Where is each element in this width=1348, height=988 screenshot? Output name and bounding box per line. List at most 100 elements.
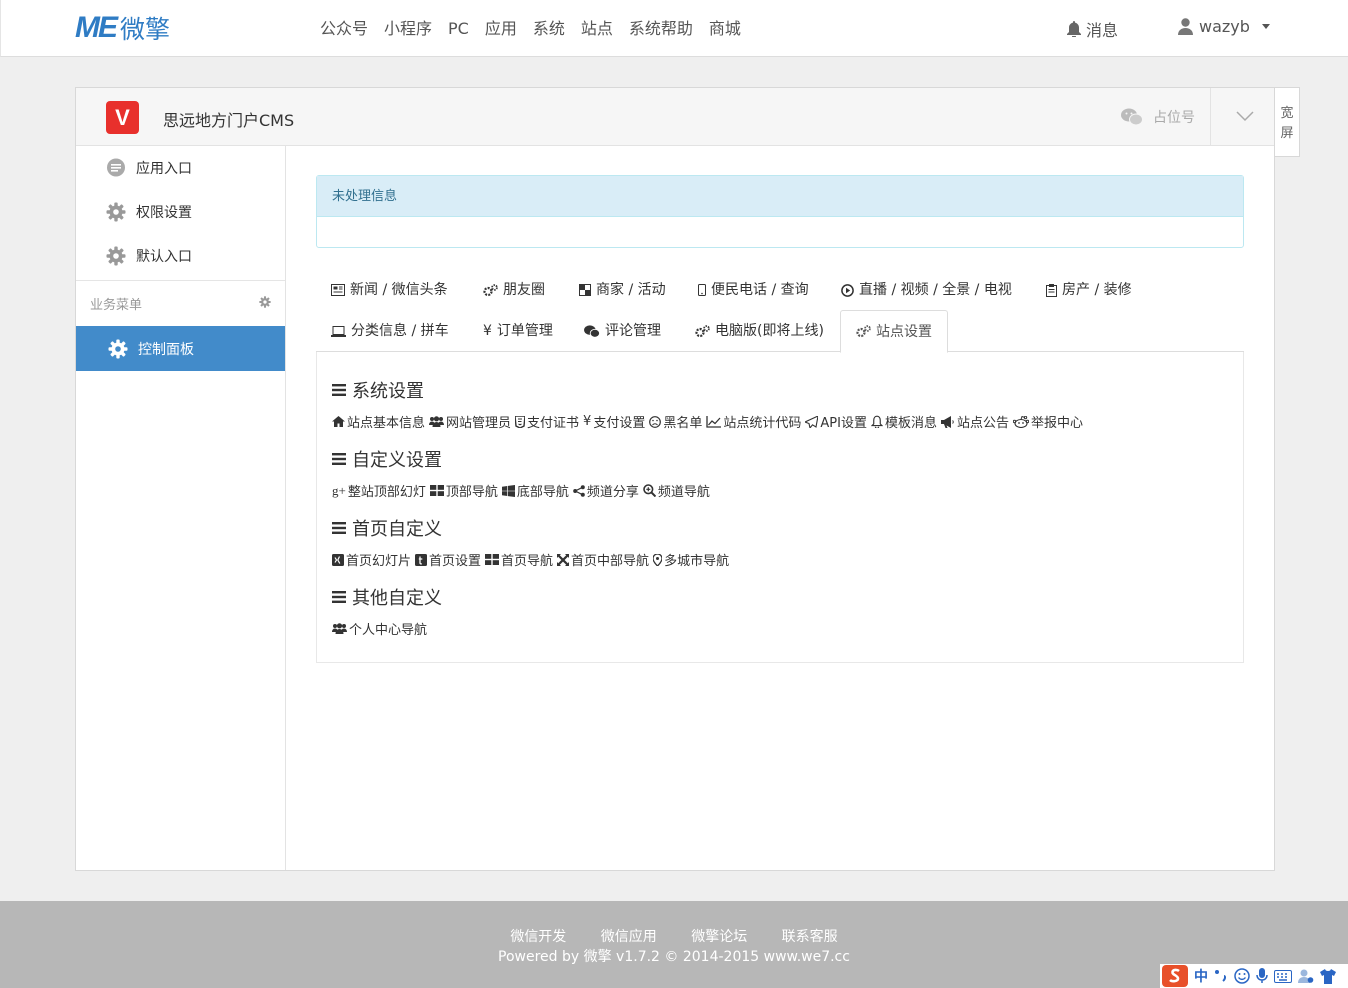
- link-site-basic-info[interactable]: 站点基本信息: [332, 412, 425, 431]
- sidebar-item-permissions[interactable]: 权限设置: [76, 190, 285, 234]
- link-site-admins[interactable]: 网站管理员: [429, 412, 511, 431]
- link-label: 首页设置: [429, 554, 482, 569]
- punctuation-icon: [1215, 970, 1227, 982]
- tab-moments[interactable]: 朋友圈: [468, 269, 560, 311]
- link-user-center-nav[interactable]: 个人中心导航: [332, 619, 427, 638]
- link-home-slider[interactable]: 首页幻灯片: [332, 550, 411, 569]
- link-top-nav[interactable]: 顶部导航: [429, 481, 498, 500]
- link-template-messages[interactable]: 模板消息: [870, 412, 937, 431]
- nav-item-system[interactable]: 系统: [533, 18, 565, 40]
- cogs-icon: [856, 325, 871, 338]
- link-site-announcement[interactable]: 站点公告: [940, 412, 1009, 431]
- tab-classifieds[interactable]: 分类信息 / 拼车: [316, 310, 464, 352]
- gear-icon[interactable]: [259, 296, 271, 308]
- tab-label: 评论管理: [605, 323, 661, 339]
- link-report-center[interactable]: 举报中心: [1012, 412, 1083, 431]
- main-nav: 公众号 小程序 PC 应用 系统 站点 系统帮助 商城: [312, 18, 749, 40]
- link-label: 举报中心: [1030, 416, 1083, 431]
- checker-icon: [579, 284, 591, 296]
- clipboard-icon: [1046, 283, 1057, 297]
- nav-item-store[interactable]: 商城: [709, 18, 741, 40]
- tab-orders[interactable]: ¥ 订单管理: [468, 310, 568, 352]
- cogs-icon: [695, 324, 710, 338]
- link-bottom-nav[interactable]: 底部导航: [501, 481, 569, 500]
- link-label: 首页中部导航: [571, 554, 650, 569]
- tumblr-icon: [415, 553, 428, 566]
- tab-real-estate[interactable]: 房产 / 装修: [1031, 269, 1147, 311]
- sidebar-item-app-entry[interactable]: 应用入口: [76, 146, 285, 190]
- link-top-slider[interactable]: g+ 整站顶部幻灯: [332, 481, 426, 501]
- link-home-settings[interactable]: 首页设置: [415, 550, 481, 569]
- tab-pc-version[interactable]: 电脑版(即将上线): [680, 310, 839, 352]
- ime-toolbar[interactable]: 中: [1160, 964, 1348, 988]
- sidebar-item-label: 应用入口: [136, 161, 192, 177]
- user-menu[interactable]: wazyb: [1178, 17, 1270, 36]
- account-placeholder[interactable]: 占位号: [1121, 107, 1195, 127]
- paper-plane-icon: [805, 415, 819, 428]
- footer-link-forum[interactable]: 微擎论坛: [691, 929, 747, 945]
- nav-item-site[interactable]: 站点: [581, 18, 613, 40]
- tab-merchants[interactable]: 商家 / 活动: [564, 269, 681, 311]
- wide-screen-toggle[interactable]: 宽屏: [1275, 87, 1300, 157]
- tab-comments[interactable]: 评论管理: [569, 310, 676, 352]
- users-icon: [332, 623, 347, 634]
- logo-mark: ME: [75, 11, 118, 44]
- tab-live[interactable]: 直播 / 视频 / 全景 / 电视: [826, 269, 1027, 311]
- link-label: 个人中心导航: [349, 623, 428, 638]
- pending-info-panel: 未处理信息: [316, 175, 1244, 248]
- section-title-other: 其他自定义: [332, 584, 442, 610]
- section-links-system: 站点基本信息 网站管理员 支付证书 ¥ 支付设置 黑名单 站点统计代码 API设置…: [332, 412, 1087, 431]
- messages-link[interactable]: 消息: [1067, 17, 1118, 41]
- footer-copyright: Powered by 微擎 v1.7.2 © 2014-2015 www.we7…: [498, 949, 850, 965]
- skin-icon: [1320, 968, 1336, 984]
- link-channel-nav[interactable]: 频道导航: [643, 481, 710, 500]
- sidebar-group-business-menu: 业务菜单: [76, 281, 285, 326]
- home-icon: [332, 416, 345, 427]
- tab-label: 站点设置: [876, 323, 932, 340]
- tab-news[interactable]: 新闻 / 微信头条: [316, 269, 463, 311]
- link-home-nav[interactable]: 首页导航: [485, 550, 553, 569]
- footer-link-support[interactable]: 联系客服: [782, 929, 838, 945]
- app-icon: V: [106, 101, 139, 134]
- link-payment-settings[interactable]: ¥ 支付设置: [583, 412, 645, 431]
- sidebar: 应用入口 权限设置 默认入口 业务菜单 控制面板: [76, 146, 286, 870]
- sogou-logo-icon: [1162, 965, 1188, 987]
- link-api-settings[interactable]: API设置: [805, 412, 867, 431]
- link-site-stats-code[interactable]: 站点统计代码: [706, 412, 801, 431]
- nav-item-official-account[interactable]: 公众号: [320, 18, 368, 40]
- chevron-down-icon[interactable]: [1236, 106, 1254, 124]
- footer-link-wechat-dev[interactable]: 微信开发: [510, 929, 566, 945]
- section-title-text: 其他自定义: [352, 588, 442, 609]
- tab-phone[interactable]: 便民电话 / 查询: [683, 269, 824, 311]
- footer: 微信开发 微信应用 微擎论坛 联系客服 Powered by 微擎 v1.7.2…: [0, 901, 1348, 988]
- sidebar-item-dashboard[interactable]: 控制面板: [76, 326, 285, 371]
- nav-item-apps[interactable]: 应用: [485, 18, 517, 40]
- section-title-system: 系统设置: [332, 377, 424, 403]
- brand-logo[interactable]: ME 微擎: [75, 11, 170, 44]
- nav-item-mini-program[interactable]: 小程序: [384, 18, 432, 40]
- link-home-middle-nav[interactable]: 首页中部导航: [557, 550, 649, 569]
- app-header: V 思远地方门户CMS 占位号: [76, 88, 1274, 146]
- bars-icon: [332, 522, 346, 534]
- link-multi-city-nav[interactable]: 多城市导航: [653, 550, 729, 569]
- tab-site-settings[interactable]: 站点设置: [840, 310, 948, 353]
- link-blacklist[interactable]: 黑名单: [649, 412, 702, 431]
- link-channel-share[interactable]: 频道分享: [573, 481, 639, 500]
- nav-item-pc[interactable]: PC: [448, 18, 469, 40]
- keyboard-icon: [1274, 969, 1292, 983]
- header-divider: [1210, 88, 1211, 146]
- footer-link-wechat-apps[interactable]: 微信应用: [601, 929, 657, 945]
- section-title-text: 首页自定义: [352, 519, 442, 540]
- sidebar-item-default-entry[interactable]: 默认入口: [76, 234, 285, 278]
- th-large-icon: [485, 554, 500, 565]
- tab-label: 商家 / 活动: [596, 282, 666, 298]
- top-navbar: ME 微擎 公众号 小程序 PC 应用 系统 站点 系统帮助 商城 消息 waz…: [0, 0, 1348, 57]
- cogs-icon: [483, 283, 498, 297]
- link-label: 首页幻灯片: [346, 554, 412, 569]
- nav-item-help[interactable]: 系统帮助: [629, 18, 693, 40]
- yen-icon: ¥: [483, 323, 492, 339]
- module-tabs: 新闻 / 微信头条 朋友圈 商家 / 活动 便民电话 / 查询 直播 / 视频 …: [316, 269, 1244, 353]
- yen-icon: ¥: [583, 414, 592, 429]
- app-name: 思远地方门户CMS: [163, 111, 295, 130]
- link-payment-cert[interactable]: 支付证书: [515, 412, 579, 431]
